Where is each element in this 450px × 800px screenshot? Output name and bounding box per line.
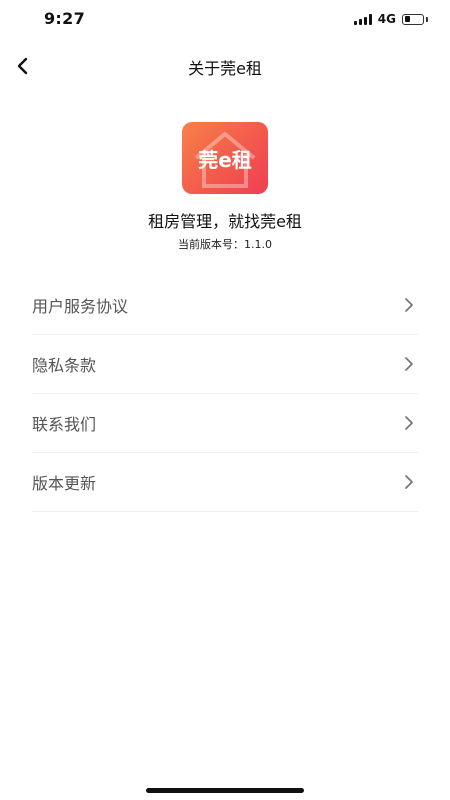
menu-item-privacy-policy[interactable]: 隐私条款 bbox=[32, 335, 418, 394]
battery-level bbox=[404, 16, 410, 22]
battery-tip bbox=[426, 16, 428, 22]
settings-menu: 用户服务协议 隐私条款 联系我们 版本更新 bbox=[32, 276, 418, 512]
menu-item-label: 联系我们 bbox=[32, 415, 97, 434]
menu-item-contact-us[interactable]: 联系我们 bbox=[32, 394, 418, 453]
home-indicator[interactable] bbox=[146, 788, 304, 793]
menu-item-label: 版本更新 bbox=[32, 474, 97, 493]
logo-text: 莞e租 bbox=[198, 148, 252, 172]
signal-icon bbox=[353, 13, 372, 25]
version-label: 当前版本号：1.1.0 bbox=[178, 238, 272, 251]
page-title: 关于莞e租 bbox=[188, 59, 262, 78]
app-logo: 莞e租 bbox=[182, 122, 268, 194]
chevron-right-icon bbox=[402, 475, 416, 489]
menu-item-version-update[interactable]: 版本更新 bbox=[32, 453, 418, 512]
chevron-right-icon bbox=[402, 357, 416, 371]
network-type: 4G bbox=[377, 12, 396, 26]
menu-item-user-agreement[interactable]: 用户服务协议 bbox=[32, 276, 418, 335]
nav-bar: 关于莞e租 bbox=[0, 44, 450, 88]
status-time: 9:27 bbox=[44, 9, 85, 28]
app-slogan: 租房管理，就找莞e租 bbox=[148, 212, 302, 231]
chevron-right-icon bbox=[402, 298, 416, 312]
status-bar: 9:27 4G bbox=[0, 0, 450, 40]
battery-icon bbox=[402, 13, 424, 25]
menu-item-label: 用户服务协议 bbox=[32, 297, 129, 316]
status-indicators: 4G bbox=[353, 12, 428, 26]
chevron-right-icon bbox=[402, 416, 416, 430]
menu-item-label: 隐私条款 bbox=[32, 356, 97, 375]
